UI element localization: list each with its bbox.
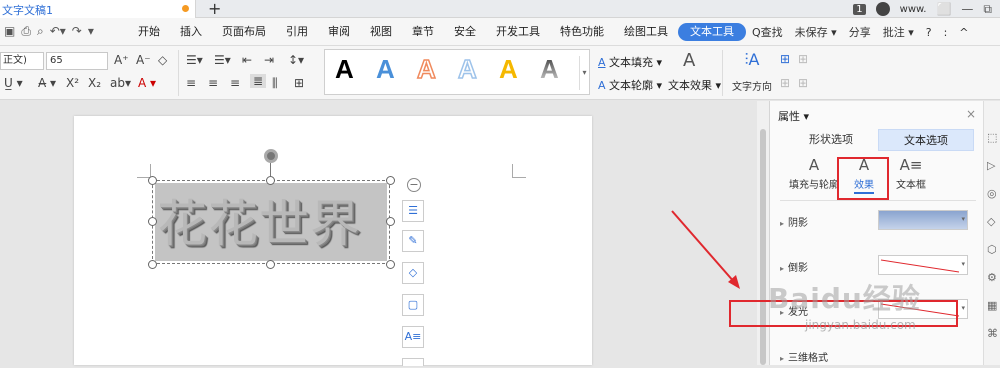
watermark-url: jingyan.baidu.com [805,318,916,332]
annotation-effects-highlight [837,157,889,200]
watermark-logo: Baidu经验 [768,282,921,315]
